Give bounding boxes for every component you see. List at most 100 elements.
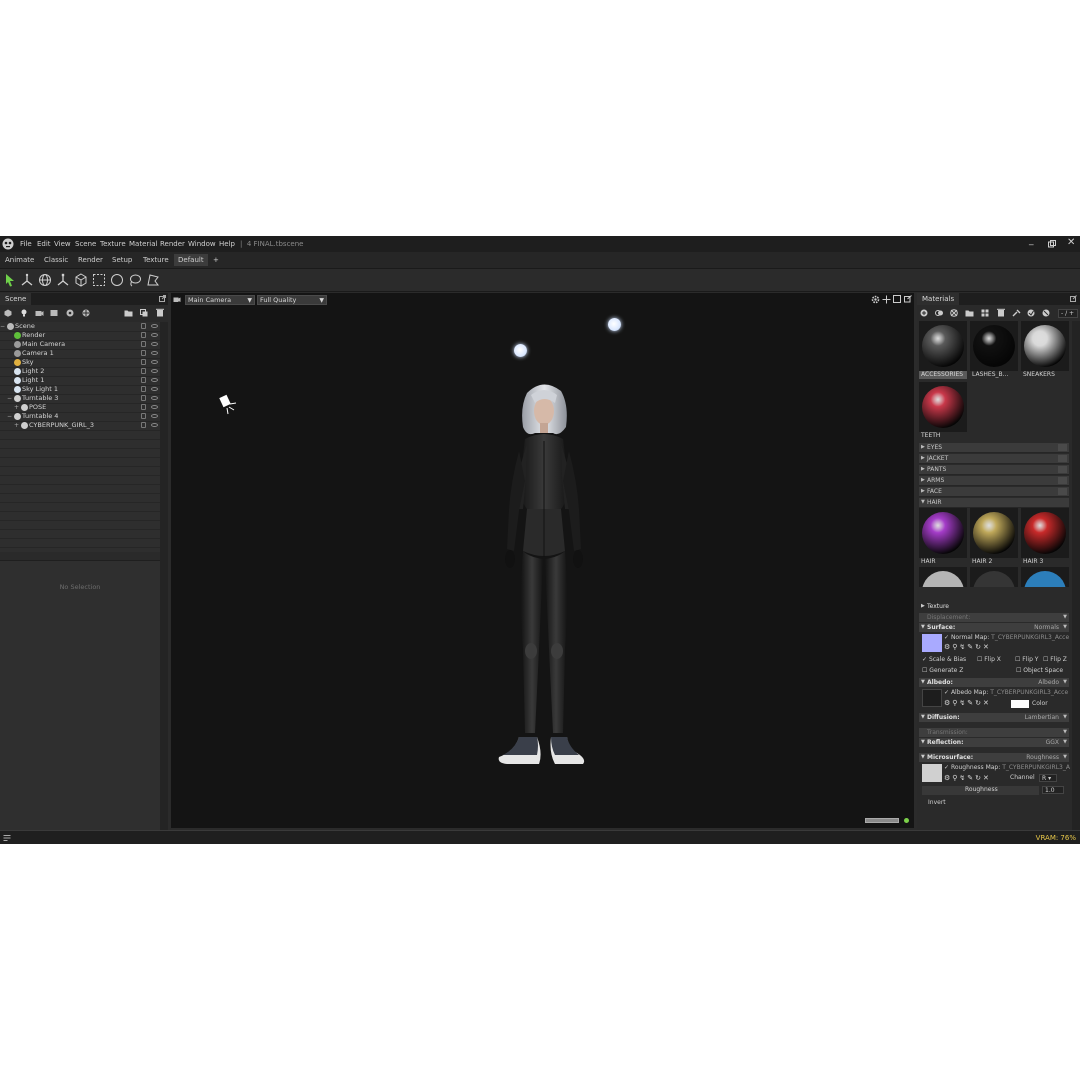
material-group[interactable]: ▶ JACKET — [919, 454, 1069, 464]
material-group-hair[interactable]: ▼ HAIR — [919, 498, 1069, 508]
group-options-icon[interactable] — [1058, 488, 1067, 495]
lasso-select-icon[interactable] — [128, 273, 142, 287]
menu-edit[interactable]: Edit — [37, 240, 51, 248]
cyberpunk-girl-model[interactable] — [489, 381, 599, 779]
lock-icon[interactable] — [141, 413, 146, 419]
group-options-icon[interactable] — [1058, 477, 1067, 484]
displacement-section[interactable]: Displacement: ▼ — [919, 613, 1069, 622]
roughness-map-file[interactable]: T_CYBERPUNKGIRL3_A — [1002, 764, 1070, 771]
flip-y-checkbox[interactable]: ☐ Flip Y — [1015, 656, 1038, 664]
material-group[interactable]: ▶ PANTS — [919, 465, 1069, 475]
hair-material-thumbnail[interactable] — [1021, 508, 1069, 558]
group-options-icon[interactable] — [1058, 466, 1067, 473]
menu-file[interactable]: File — [20, 240, 32, 248]
material-group[interactable]: ▶ ARMS — [919, 476, 1069, 486]
hair-material-label[interactable]: HAIR 2 — [970, 558, 1018, 566]
lock-icon[interactable] — [141, 359, 146, 365]
duplicate-icon[interactable] — [140, 309, 148, 317]
material-thumbnail[interactable] — [919, 382, 967, 432]
add-turntable-icon[interactable] — [66, 309, 74, 317]
thumbnail-size-control[interactable]: - / + — [1058, 309, 1078, 318]
hair-material-thumbnail[interactable] — [970, 508, 1018, 558]
rotate-gizmo-icon[interactable] — [38, 273, 52, 287]
reflection-mode-dropdown[interactable]: GGX — [1046, 738, 1059, 747]
console-icon[interactable] — [3, 834, 11, 842]
lock-icon[interactable] — [141, 332, 146, 338]
delete-material-icon[interactable] — [997, 308, 1005, 317]
quality-dropdown[interactable]: Full Quality ▼ — [257, 295, 327, 305]
scale-bias-checkbox[interactable]: ✓ Scale & Bias — [922, 656, 966, 664]
menu-help[interactable]: Help — [219, 240, 235, 248]
visibility-eye-icon[interactable] — [151, 360, 158, 364]
surface-mode-dropdown[interactable]: Normals — [1034, 623, 1059, 632]
tab-default[interactable]: Default — [174, 254, 208, 266]
tree-toggle-icon[interactable]: − — [0, 322, 5, 331]
lock-icon[interactable] — [141, 323, 146, 329]
map-actions-icons[interactable]: ⚙⚲↯✎↻✕ — [944, 774, 991, 782]
menu-window[interactable]: Window — [188, 240, 216, 248]
viewport-settings-gear-icon[interactable] — [871, 295, 880, 304]
flip-x-checkbox[interactable]: ☐ Flip X — [977, 656, 1001, 664]
viewport-camera-icon[interactable] — [173, 296, 181, 303]
visibility-eye-icon[interactable] — [151, 423, 158, 427]
menu-view[interactable]: View — [54, 240, 71, 248]
albedo-color-swatch[interactable] — [1011, 700, 1029, 708]
flip-z-checkbox[interactable]: ☐ Flip Z — [1043, 656, 1067, 664]
visibility-eye-icon[interactable] — [151, 342, 158, 346]
light-gizmo-2[interactable] — [514, 344, 527, 357]
tree-toggle-icon[interactable]: + — [14, 403, 19, 412]
materials-panel-tab[interactable]: Materials — [917, 293, 960, 305]
tab-texture[interactable]: Texture — [143, 256, 169, 264]
texture-section[interactable]: ▶ Texture — [919, 602, 1069, 611]
materials-scrollbar[interactable] — [1072, 321, 1080, 830]
menu-material[interactable]: Material — [129, 240, 157, 248]
tree-toggle-icon[interactable]: + — [14, 421, 19, 430]
tab-render[interactable]: Render — [78, 256, 103, 264]
hair-material-label[interactable]: HAIR 3 — [1021, 558, 1069, 566]
visibility-eye-icon[interactable] — [151, 369, 158, 373]
duplicate-material-icon[interactable] — [935, 309, 943, 317]
hair-material-thumbnail[interactable] — [919, 508, 967, 558]
light-gizmo-1[interactable] — [608, 318, 621, 331]
albedo-map-file[interactable]: T_CYBERPUNKGIRL3_Acce — [990, 689, 1068, 696]
diffusion-section[interactable]: ▼ Diffusion: Lambertian ▼ — [919, 713, 1069, 722]
add-material-icon[interactable] — [920, 309, 928, 317]
material-folder-icon[interactable] — [965, 309, 974, 317]
tree-toggle-icon[interactable]: − — [7, 394, 12, 403]
menu-render[interactable]: Render — [160, 240, 185, 248]
material-thumbnail[interactable] — [970, 321, 1018, 371]
visibility-eye-icon[interactable] — [151, 324, 158, 328]
add-camera-icon[interactable] — [35, 309, 44, 317]
marquee-select-icon[interactable] — [92, 273, 106, 287]
lock-icon[interactable] — [141, 395, 146, 401]
viewport-move-icon[interactable] — [882, 295, 891, 304]
circle-select-icon[interactable] — [110, 273, 124, 287]
material-thumbnail-label[interactable]: SNEAKERS — [1021, 371, 1069, 379]
hair-material-thumbnail[interactable] — [970, 567, 1018, 587]
visibility-eye-icon[interactable] — [151, 396, 158, 400]
hair-material-thumbnail[interactable] — [919, 567, 967, 587]
3d-viewport[interactable]: Main Camera ▼ Full Quality ▼ — [171, 293, 914, 828]
normal-map-file[interactable]: T_CYBERPUNKGIRL3_Acce — [991, 634, 1069, 641]
menu-texture[interactable]: Texture — [100, 240, 126, 248]
surface-section[interactable]: ▼ Surface: Normals ▼ — [919, 623, 1069, 632]
viewport-undock-icon[interactable] — [904, 295, 912, 303]
group-options-icon[interactable] — [1058, 444, 1067, 451]
lock-icon[interactable] — [141, 350, 146, 356]
add-light-icon[interactable] — [20, 309, 28, 317]
albedo-mode-dropdown[interactable]: Albedo — [1038, 678, 1059, 687]
polygon-select-icon[interactable] — [146, 273, 160, 287]
add-object-icon[interactable] — [4, 309, 12, 317]
undock-icon[interactable] — [159, 295, 166, 302]
map-actions-icons[interactable]: ⚙⚲↯✎↻✕ — [944, 699, 991, 707]
albedo-map-swatch[interactable] — [922, 689, 942, 707]
add-sky-icon[interactable] — [82, 309, 90, 317]
visibility-eye-icon[interactable] — [151, 405, 158, 409]
reflection-section[interactable]: ▼ Reflection: GGX ▼ — [919, 738, 1069, 747]
material-group[interactable]: ▶ EYES — [919, 443, 1069, 453]
tab-classic[interactable]: Classic — [44, 256, 68, 264]
transmission-section[interactable]: Transmission: ▼ — [919, 728, 1069, 737]
tab-setup[interactable]: Setup — [112, 256, 132, 264]
microsurface-section[interactable]: ▼ Microsurface: Roughness ▼ — [919, 753, 1069, 762]
channel-dropdown[interactable]: R ▾ — [1039, 774, 1057, 782]
